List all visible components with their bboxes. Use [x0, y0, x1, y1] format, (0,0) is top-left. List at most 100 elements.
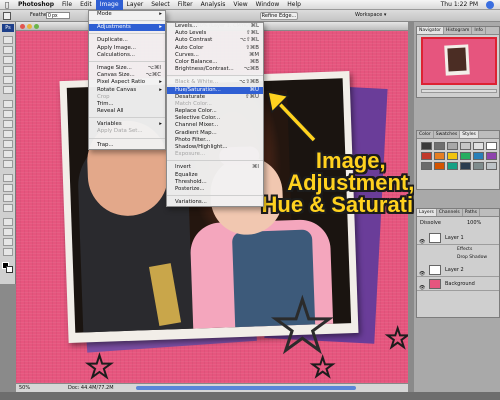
adjustments-item-hue-saturation[interactable]: Hue/Saturation... ⌘U — [167, 86, 263, 94]
style-swatch[interactable] — [434, 162, 445, 170]
image-item-reveal-all[interactable]: Reveal All — [89, 108, 165, 115]
adjustments-item-selective-color[interactable]: Selective Color... — [167, 115, 263, 122]
adjustments-item-exposure[interactable]: Exposure... — [167, 151, 263, 158]
marquee-tool-icon[interactable] — [3, 46, 13, 54]
tab-paths[interactable]: Paths — [463, 209, 480, 216]
menu-help[interactable]: Help — [283, 0, 305, 10]
eraser-tool-icon[interactable] — [3, 140, 13, 148]
adjustments-item-black-white[interactable]: Black & White... ⌥⇧⌘B — [167, 79, 263, 86]
image-item-variables[interactable]: Variables ▸ — [89, 121, 165, 128]
tab-layers[interactable]: Layers — [417, 209, 437, 216]
type-tool-icon[interactable] — [3, 184, 13, 192]
path-selection-tool-icon[interactable] — [3, 194, 13, 202]
gradient-tool-icon[interactable] — [3, 150, 13, 158]
eye-icon[interactable]: 👁 — [419, 235, 425, 249]
tab-color[interactable]: Color — [417, 131, 434, 138]
style-swatch[interactable] — [473, 162, 484, 170]
notes-tool-icon[interactable] — [3, 218, 13, 226]
style-swatch[interactable] — [460, 152, 471, 160]
style-swatch[interactable] — [421, 142, 432, 150]
style-swatch[interactable] — [447, 162, 458, 170]
style-swatch[interactable] — [473, 142, 484, 150]
layer-row[interactable]: 👁 Layer 2 — [417, 263, 499, 277]
tab-channels[interactable]: Channels — [437, 209, 463, 216]
adjustments-item-brightness-contrast[interactable]: Brightness/Contrast... ⌥⌘B — [167, 66, 263, 73]
drop-shadow-effect[interactable]: Drop Shadow — [457, 255, 487, 260]
adjustments-item-invert[interactable]: Invert ⌘I — [167, 164, 263, 171]
navigator-zoom-slider[interactable] — [421, 89, 497, 93]
tab-swatches[interactable]: Swatches — [434, 131, 461, 138]
opacity-field[interactable]: 100% — [467, 220, 481, 226]
style-swatch[interactable] — [421, 162, 432, 170]
menu-select[interactable]: Select — [147, 0, 174, 10]
style-swatch[interactable] — [421, 152, 432, 160]
menu-view[interactable]: View — [229, 0, 251, 10]
brush-tool-icon[interactable] — [3, 110, 13, 118]
tab-info[interactable]: Info — [472, 27, 486, 34]
layer-row[interactable]: 👁 Layer 1 — [417, 231, 499, 245]
adjustments-item-auto-color[interactable]: Auto Color ⇧⌘B — [167, 45, 263, 52]
adjustments-item-gradient-map[interactable]: Gradient Map... — [167, 130, 263, 137]
crop-tool-icon[interactable] — [3, 76, 13, 84]
slice-tool-icon[interactable] — [3, 86, 13, 94]
style-swatch[interactable] — [434, 142, 445, 150]
tab-styles[interactable]: Styles — [460, 131, 479, 138]
adjustments-item-curves[interactable]: Curves... ⌘M — [167, 52, 263, 59]
history-brush-tool-icon[interactable] — [3, 130, 13, 138]
image-item-rotate-canvas[interactable]: Rotate Canvas ▸ — [89, 87, 165, 94]
menu-analysis[interactable]: Analysis — [197, 0, 230, 10]
style-swatch[interactable] — [447, 152, 458, 160]
image-item-canvas-size[interactable]: Canvas Size... ⌥⌘C — [89, 72, 165, 79]
layer-row[interactable]: 👁 Background — [417, 277, 499, 291]
style-swatch[interactable] — [460, 142, 471, 150]
feather-input[interactable] — [46, 12, 70, 19]
image-item-mode[interactable]: Mode ▸ — [89, 11, 165, 18]
adjustments-item-auto-contrast[interactable]: Auto Contrast ⌥⇧⌘L — [167, 37, 263, 44]
image-item-apply-data-set[interactable]: Apply Data Set... — [89, 128, 165, 135]
menu-layer[interactable]: Layer — [123, 0, 148, 10]
image-item-apply-image[interactable]: Apply Image... — [89, 45, 165, 52]
menu-edit[interactable]: Edit — [76, 0, 96, 10]
adjustments-item-variations[interactable]: Variations... — [167, 199, 263, 206]
marquee-tool-icon[interactable] — [3, 12, 11, 20]
background-color-swatch[interactable] — [6, 266, 13, 273]
zoom-tool-icon[interactable] — [3, 248, 13, 256]
style-swatch[interactable] — [486, 142, 497, 150]
zoom-level[interactable]: 50% — [19, 384, 30, 392]
eye-icon[interactable]: 👁 — [419, 281, 425, 295]
style-swatch[interactable] — [486, 162, 497, 170]
style-swatch[interactable] — [447, 142, 458, 150]
adjustments-item-channel-mixer[interactable]: Channel Mixer... — [167, 122, 263, 129]
eyedropper-tool-icon[interactable] — [3, 228, 13, 236]
menu-filter[interactable]: Filter — [174, 0, 197, 10]
lasso-tool-icon[interactable] — [3, 56, 13, 64]
menu-file[interactable]: File — [58, 0, 76, 10]
blend-mode-select[interactable]: Dissolve — [420, 220, 441, 226]
adjustments-item-match-color[interactable]: Match Color... — [167, 101, 263, 108]
image-item-pixel-aspect-ratio[interactable]: Pixel Aspect Ratio ▸ — [89, 79, 165, 86]
adjustments-item-desaturate[interactable]: Desaturate ⇧⌘U — [167, 94, 263, 101]
image-item-duplicate[interactable]: Duplicate... — [89, 37, 165, 44]
move-tool-icon[interactable] — [3, 36, 13, 44]
pen-tool-icon[interactable] — [3, 174, 13, 182]
image-item-crop[interactable]: Crop — [89, 94, 165, 101]
image-item-adjustments[interactable]: Adjustments ▸ — [89, 24, 165, 32]
dodge-tool-icon[interactable] — [3, 160, 13, 168]
adjustments-item-replace-color[interactable]: Replace Color... — [167, 108, 263, 115]
style-swatch[interactable] — [486, 152, 497, 160]
clone-stamp-tool-icon[interactable] — [3, 120, 13, 128]
style-swatch[interactable] — [434, 152, 445, 160]
navigator-thumbnail[interactable] — [421, 37, 497, 85]
style-swatch[interactable] — [460, 162, 471, 170]
adjustments-item-shadow-highlight[interactable]: Shadow/Highlight... — [167, 144, 263, 151]
refine-edge-button[interactable]: Refine Edge... — [260, 12, 298, 20]
image-item-calculations[interactable]: Calculations... — [89, 52, 165, 59]
tab-histogram[interactable]: Histogram — [444, 27, 473, 34]
tab-navigator[interactable]: Navigator — [417, 27, 445, 34]
menu-photoshop[interactable]: Photoshop — [14, 0, 58, 10]
image-item-trap[interactable]: Trap... — [89, 142, 165, 149]
adjustments-item-equalize[interactable]: Equalize — [167, 172, 263, 179]
horizontal-scrollbar[interactable] — [136, 386, 356, 390]
workspace-menu[interactable]: Workspace ▾ — [355, 12, 386, 18]
image-item-trim[interactable]: Trim... — [89, 101, 165, 108]
